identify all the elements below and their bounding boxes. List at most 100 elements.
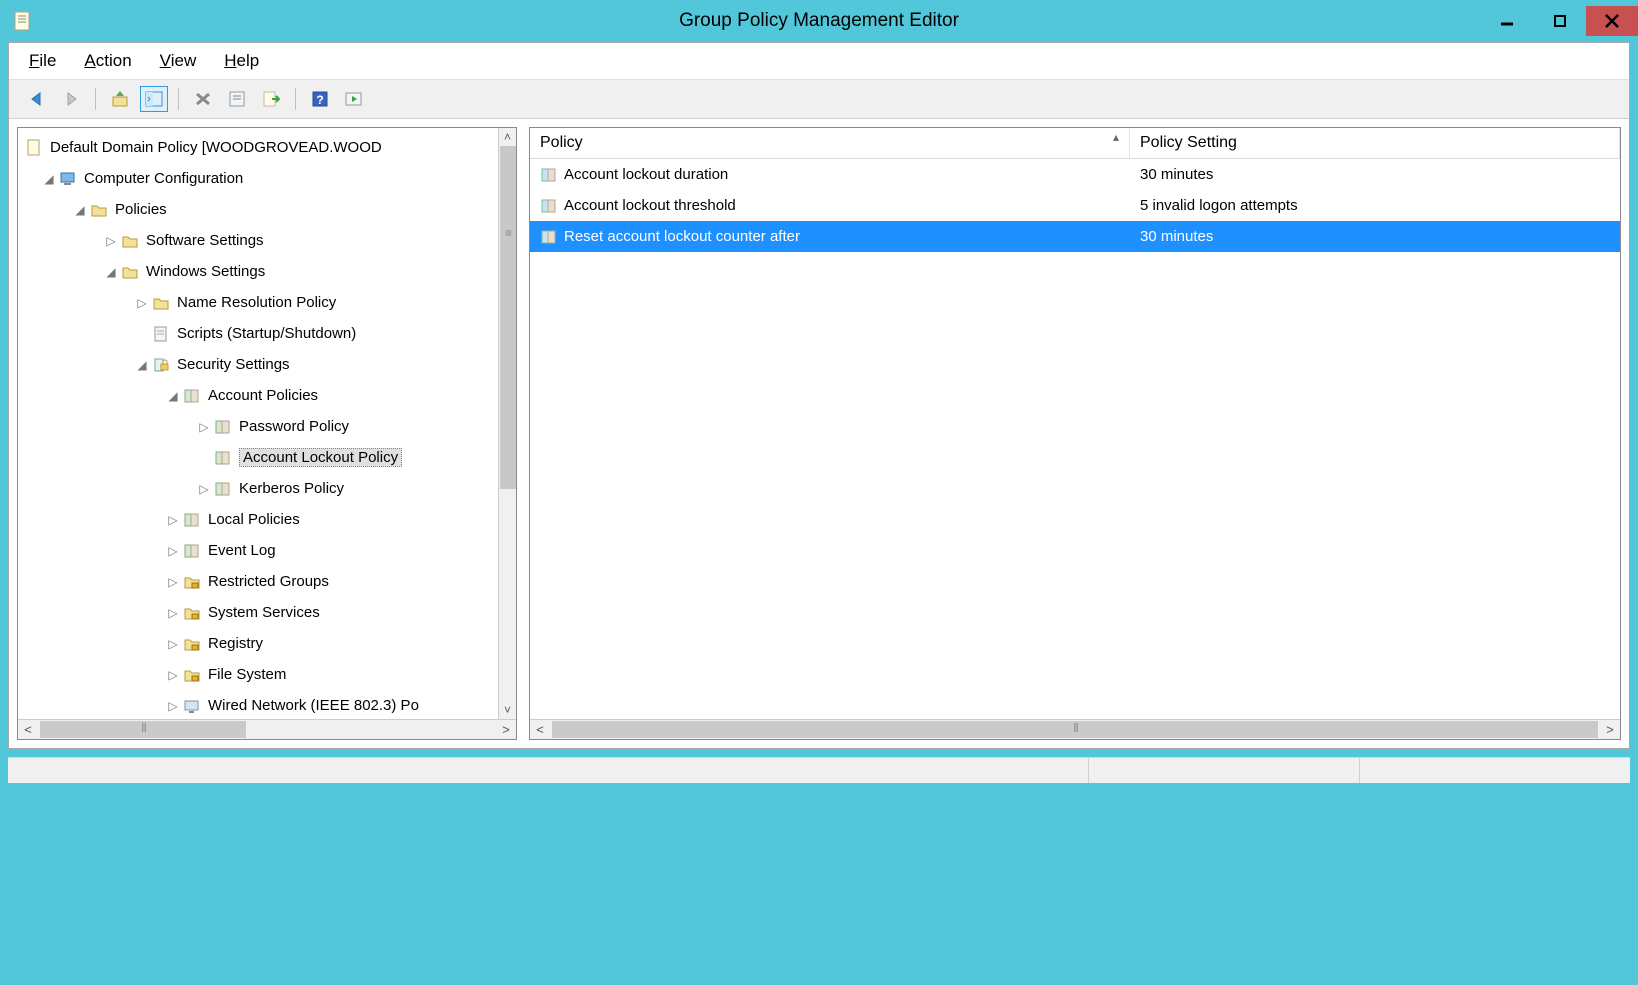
window-controls	[1482, 6, 1638, 36]
menu-file-label: ile	[39, 51, 56, 70]
menu-help[interactable]: Help	[224, 51, 259, 71]
scrollbar-thumb[interactable]: ⫴	[40, 721, 246, 738]
tree-policies[interactable]: ◢ Policies	[18, 194, 516, 225]
tree-kerberos-policy[interactable]: ▷ Kerberos Policy	[18, 473, 516, 504]
tree-root[interactable]: Default Domain Policy [WOODGROVEAD.WOOD	[18, 132, 516, 163]
list-row[interactable]: Reset account lockout counter after 30 m…	[530, 221, 1620, 252]
up-button[interactable]	[106, 86, 134, 112]
column-header-policy[interactable]: Policy ▴	[530, 128, 1130, 158]
column-header-setting[interactable]: Policy Setting	[1130, 128, 1620, 158]
list-row[interactable]: Account lockout threshold 5 invalid logo…	[530, 190, 1620, 221]
expand-icon[interactable]: ▷	[166, 637, 180, 651]
tree-label: Local Policies	[208, 511, 300, 528]
collapse-icon[interactable]: ◢	[166, 389, 180, 403]
maximize-button[interactable]	[1534, 6, 1586, 36]
expand-icon[interactable]: ▷	[104, 234, 118, 248]
expand-icon[interactable]: ▷	[166, 575, 180, 589]
scroll-up-icon[interactable]: ˄	[499, 128, 516, 146]
tree-windows-settings[interactable]: ◢ Windows Settings	[18, 256, 516, 287]
scrollbar-thumb[interactable]: ⫴	[552, 721, 1598, 738]
policy-item-icon	[540, 197, 558, 215]
help-button[interactable]: ?	[306, 86, 334, 112]
export-button[interactable]	[257, 86, 285, 112]
list-horizontal-scrollbar[interactable]: < ⫴ >	[530, 719, 1620, 739]
scroll-down-icon[interactable]: ˅	[499, 701, 516, 719]
list-row[interactable]: Account lockout duration 30 minutes	[530, 159, 1620, 190]
collapse-icon[interactable]: ◢	[104, 265, 118, 279]
tree-restricted-groups[interactable]: ▷ Restricted Groups	[18, 566, 516, 597]
tree-computer-config[interactable]: ◢ Computer Configuration	[18, 163, 516, 194]
tree-horizontal-scrollbar[interactable]: < ⫴ >	[18, 719, 516, 739]
details-pane: Policy ▴ Policy Setting Account lockout …	[529, 127, 1621, 740]
policy-icon	[213, 449, 233, 467]
properties-button[interactable]	[223, 86, 251, 112]
tree-system-services[interactable]: ▷ System Services	[18, 597, 516, 628]
tree-label: Account Lockout Policy	[239, 448, 402, 467]
forward-button[interactable]	[57, 86, 85, 112]
menu-view[interactable]: View	[160, 51, 197, 71]
expand-icon[interactable]: ▷	[166, 606, 180, 620]
scroll-left-icon[interactable]: <	[18, 722, 38, 737]
tree-security-settings[interactable]: ◢ Security Settings	[18, 349, 516, 380]
tree-scripts[interactable]: Scripts (Startup/Shutdown)	[18, 318, 516, 349]
tree-root-label: Default Domain Policy [WOODGROVEAD.WOOD	[50, 139, 382, 156]
tree-account-policies[interactable]: ◢ Account Policies	[18, 380, 516, 411]
expand-icon[interactable]: ▷	[166, 668, 180, 682]
expand-icon[interactable]: ▷	[197, 420, 211, 434]
tree-label: Windows Settings	[146, 263, 265, 280]
expand-icon[interactable]: ▷	[166, 544, 180, 558]
run-button[interactable]	[340, 86, 368, 112]
sort-ascending-icon: ▴	[1113, 130, 1119, 144]
tree-registry[interactable]: ▷ Registry	[18, 628, 516, 659]
locked-folder-icon	[182, 666, 202, 684]
cell-setting: 30 minutes	[1140, 166, 1213, 183]
expand-icon[interactable]: ▷	[135, 296, 149, 310]
expand-icon[interactable]: ▷	[197, 482, 211, 496]
menu-help-label: elp	[237, 51, 260, 70]
tree-event-log[interactable]: ▷ Event Log	[18, 535, 516, 566]
collapse-icon[interactable]: ◢	[42, 172, 56, 186]
tree[interactable]: Default Domain Policy [WOODGROVEAD.WOOD …	[18, 128, 516, 719]
minimize-button[interactable]	[1482, 6, 1534, 36]
tree-label: Software Settings	[146, 232, 264, 249]
app-icon	[12, 10, 34, 32]
menu-file[interactable]: File	[29, 51, 56, 71]
policy-icon	[213, 418, 233, 436]
menu-action[interactable]: Action	[84, 51, 131, 71]
security-icon	[151, 356, 171, 374]
folder-icon	[89, 201, 109, 219]
back-button[interactable]	[23, 86, 51, 112]
collapse-icon[interactable]: ◢	[135, 358, 149, 372]
close-button[interactable]	[1586, 6, 1638, 36]
policy-item-icon	[540, 228, 558, 246]
scroll-left-icon[interactable]: <	[530, 722, 550, 737]
tree-label: Registry	[208, 635, 263, 652]
tree-local-policies[interactable]: ▷ Local Policies	[18, 504, 516, 535]
tree-software-settings[interactable]: ▷ Software Settings	[18, 225, 516, 256]
policy-item-icon	[540, 166, 558, 184]
expand-icon[interactable]: ▷	[166, 513, 180, 527]
locked-folder-icon	[182, 635, 202, 653]
locked-folder-icon	[182, 573, 202, 591]
collapse-icon[interactable]: ◢	[73, 203, 87, 217]
tree-name-resolution[interactable]: ▷ Name Resolution Policy	[18, 287, 516, 318]
tree-password-policy[interactable]: ▷ Password Policy	[18, 411, 516, 442]
list-body[interactable]: Account lockout duration 30 minutes Acco…	[530, 159, 1620, 719]
script-icon	[151, 325, 171, 343]
scroll-right-icon[interactable]: >	[1600, 722, 1620, 737]
status-cell	[1359, 758, 1630, 783]
folder-icon	[120, 232, 140, 250]
tree-vertical-scrollbar[interactable]: ˄ ≡ ˅	[498, 128, 516, 719]
delete-button[interactable]	[189, 86, 217, 112]
column-label: Policy Setting	[1140, 134, 1237, 151]
folder-icon	[151, 294, 171, 312]
tree-wired-network[interactable]: ▷ Wired Network (IEEE 802.3) Po	[18, 690, 516, 719]
scroll-right-icon[interactable]: >	[496, 722, 516, 737]
tree-account-lockout-policy[interactable]: Account Lockout Policy	[18, 442, 516, 473]
expand-icon[interactable]: ▷	[166, 699, 180, 713]
list-header: Policy ▴ Policy Setting	[530, 128, 1620, 159]
scrollbar-thumb[interactable]: ≡	[500, 146, 516, 489]
tree-label: Name Resolution Policy	[177, 294, 336, 311]
tree-file-system[interactable]: ▷ File System	[18, 659, 516, 690]
show-hide-tree-button[interactable]	[140, 86, 168, 112]
